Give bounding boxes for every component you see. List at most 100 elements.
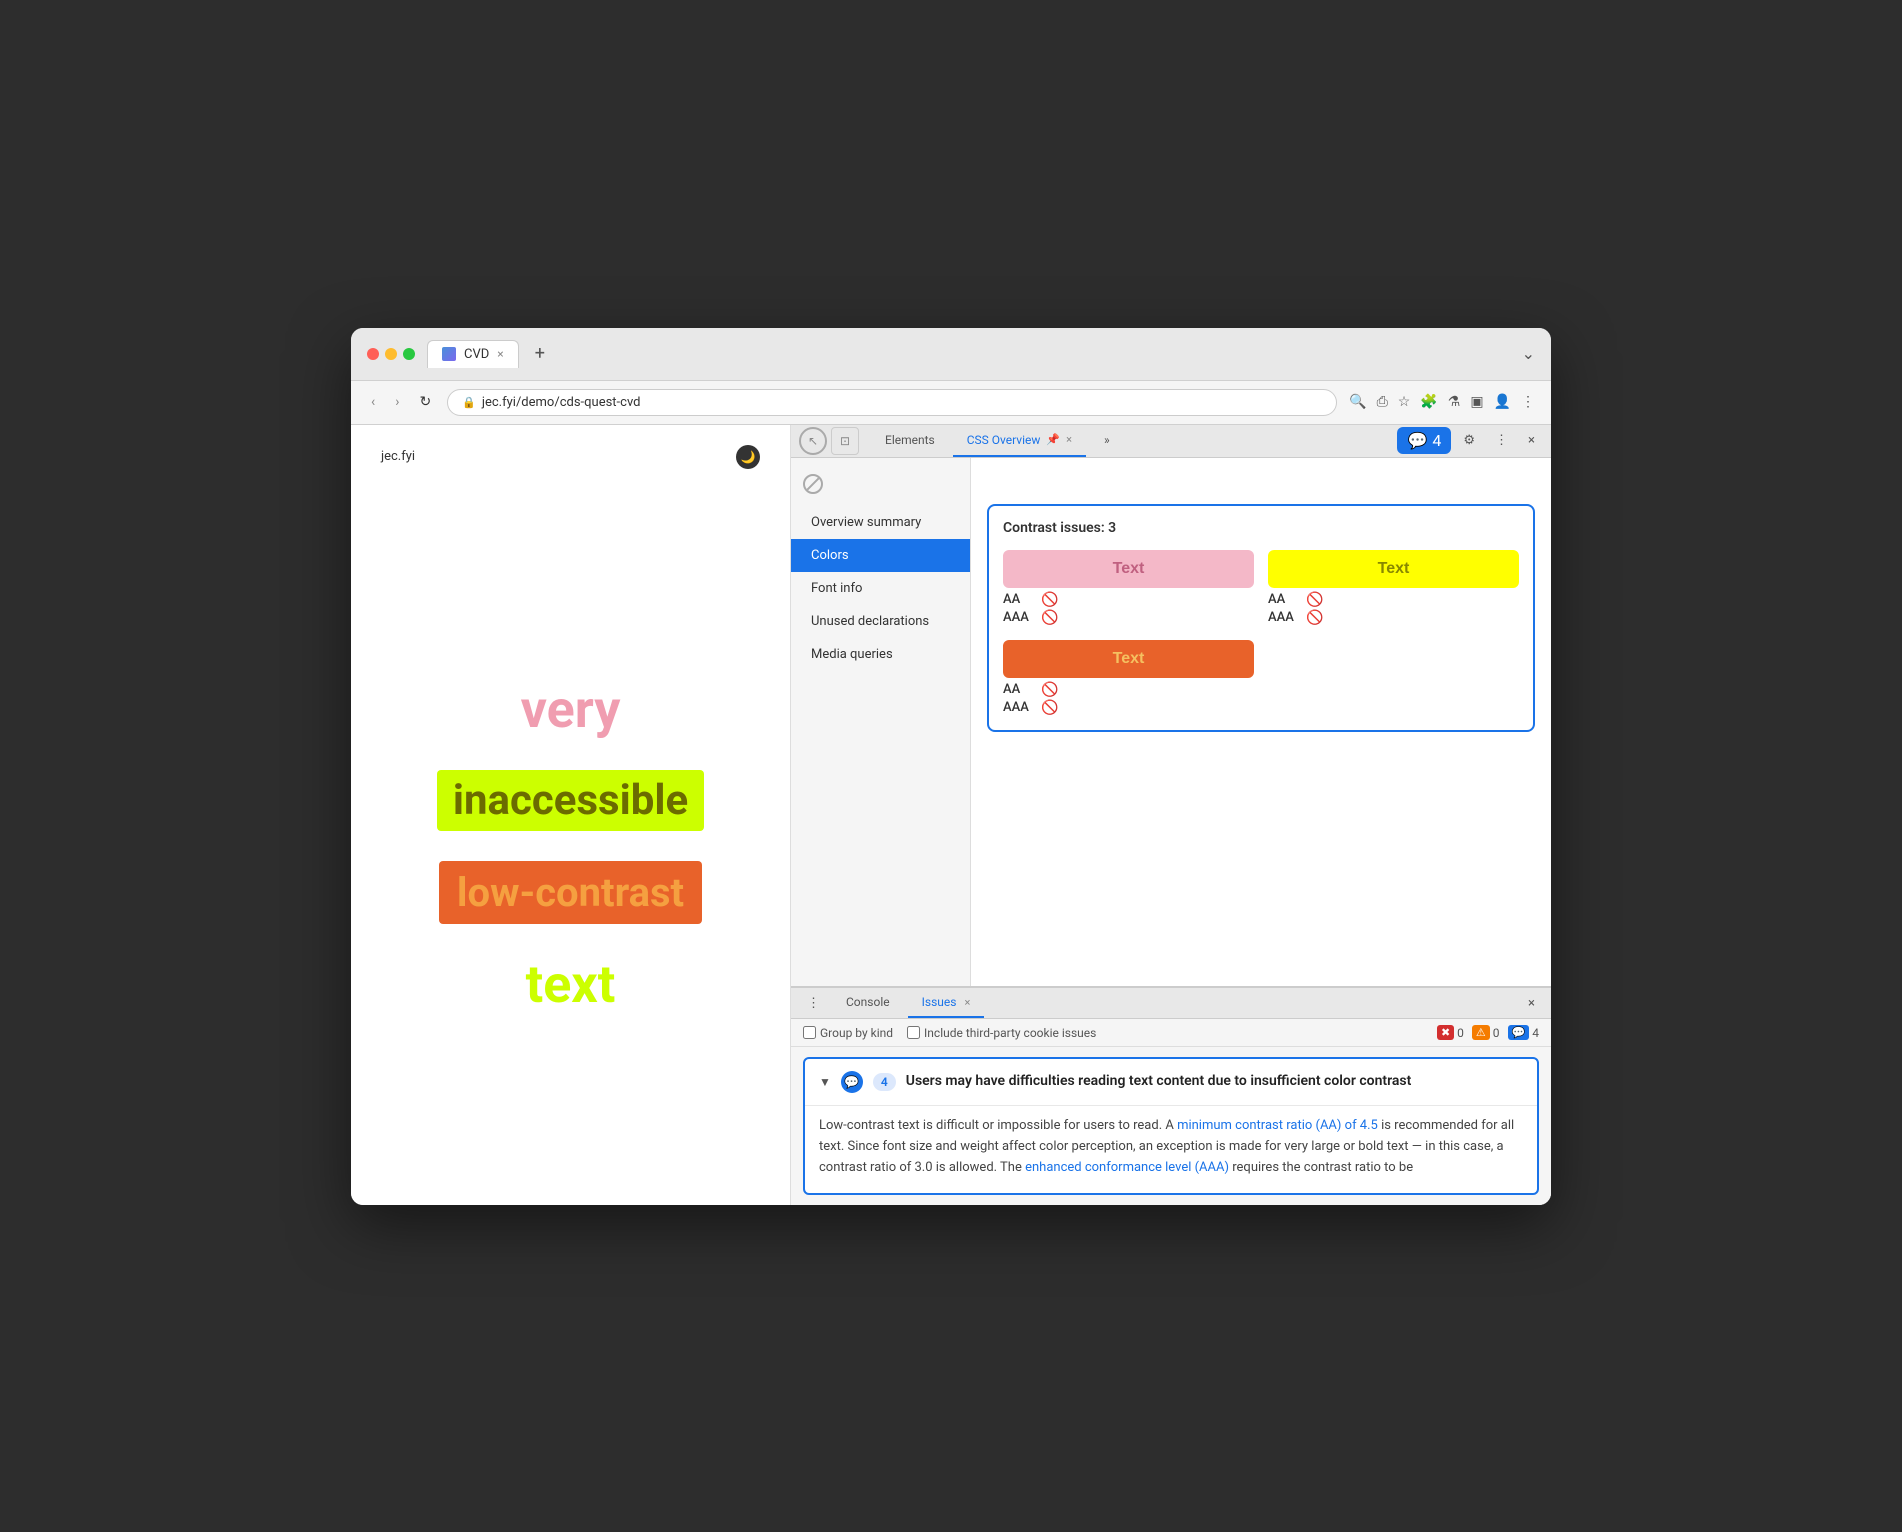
third-party-input[interactable] <box>907 1026 920 1039</box>
rating-row-aa-orange: AA 🚫 <box>1003 682 1254 698</box>
contrast-button-yellow[interactable]: Text <box>1268 550 1519 588</box>
devtools-tabs: ↖ ⊡ Elements CSS Overview 📌 × » 💬 4 <box>791 425 1551 458</box>
rating-aaa-label-o: AAA <box>1003 700 1033 715</box>
rating-row-aa-pink: AA 🚫 <box>1003 592 1254 608</box>
rating-aaa-label: AAA <box>1003 610 1033 625</box>
rating-aaa-icon: 🚫 <box>1041 610 1058 626</box>
forward-button[interactable]: › <box>391 392 403 412</box>
issue-title: Users may have difficulties reading text… <box>906 1072 1412 1092</box>
demo-words: very inaccessible low-contrast text <box>381 509 760 1185</box>
capture-overview-icon[interactable] <box>803 474 823 494</box>
more-menu-icon[interactable]: ⋮ <box>1521 394 1535 410</box>
tab-console[interactable]: Console <box>832 988 904 1018</box>
sidebar-item-media-queries[interactable]: Media queries <box>791 638 970 671</box>
rating-aa-icon-o: 🚫 <box>1041 682 1058 698</box>
bottom-tabs: ⋮ Console Issues × × <box>791 988 1551 1019</box>
issue-header[interactable]: ▼ 💬 4 Users may have difficulties readin… <box>805 1059 1537 1105</box>
word-text: text <box>526 954 616 1015</box>
site-label-bar: jec.fyi 🌙 <box>381 445 760 469</box>
browser-tab-cvd[interactable]: CVD × <box>427 340 519 368</box>
contrast-ratings-pink: AA 🚫 AAA 🚫 <box>1003 592 1254 626</box>
lab-icon[interactable]: ⚗ <box>1448 394 1461 410</box>
error-count-badge: ✖ 0 <box>1437 1025 1464 1040</box>
bookmark-icon[interactable]: ☆ <box>1398 394 1411 410</box>
share-icon[interactable]: ⎙ <box>1377 394 1388 410</box>
devtools-close-icon[interactable]: × <box>1520 429 1543 452</box>
address-text: jec.fyi/demo/cds-quest-cvd <box>482 395 641 410</box>
site-label: jec.fyi <box>381 449 415 464</box>
close-button[interactable] <box>367 348 379 360</box>
maximize-button[interactable] <box>403 348 415 360</box>
link-minimum-contrast[interactable]: minimum contrast ratio (AA) of 4.5 <box>1177 1118 1378 1133</box>
third-party-checkbox[interactable]: Include third-party cookie issues <box>907 1026 1096 1040</box>
word-low-contrast-text: low-contrast <box>457 869 684 916</box>
issue-chevron[interactable]: ▼ <box>819 1075 831 1089</box>
contrast-button-pink[interactable]: Text <box>1003 550 1254 588</box>
more-options-icon[interactable]: ⋮ <box>1487 429 1516 452</box>
minimize-button[interactable] <box>385 348 397 360</box>
issues-tab-close[interactable]: × <box>964 996 970 1009</box>
sidebar-item-unused-declarations[interactable]: Unused declarations <box>791 605 970 638</box>
bottom-more-icon[interactable]: ⋮ <box>799 992 828 1015</box>
tab-menu-button[interactable]: ⌄ <box>1522 344 1535 363</box>
css-overview-close-icon[interactable]: × <box>1066 433 1072 446</box>
address-input[interactable]: 🔒 jec.fyi/demo/cds-quest-cvd <box>447 389 1337 416</box>
sidebar-item-font-info[interactable]: Font info <box>791 572 970 605</box>
profile-icon[interactable]: 👤 <box>1494 394 1511 410</box>
warning-count-badge: ⚠ 0 <box>1472 1025 1500 1040</box>
rating-row-aaa-yellow: AAA 🚫 <box>1268 610 1519 626</box>
contrast-item-orange: Text AA 🚫 AAA 🚫 <box>1003 640 1254 716</box>
info-count-badge: 💬 4 <box>1508 1025 1539 1040</box>
sidebar-item-overview-summary[interactable]: Overview summary <box>791 506 970 539</box>
tab-favicon <box>442 347 456 361</box>
tab-more[interactable]: » <box>1090 425 1124 457</box>
issue-count-badge: 4 <box>873 1073 896 1091</box>
warning-badge-icon: ⚠ <box>1472 1025 1490 1040</box>
devtools-tab-icons: 💬 4 ⚙ ⋮ × <box>1397 427 1543 454</box>
sidebar-icon[interactable]: ▣ <box>1470 394 1483 410</box>
search-icon[interactable]: 🔍 <box>1349 394 1366 410</box>
back-button[interactable]: ‹ <box>367 392 379 412</box>
devtools-panel: ↖ ⊡ Elements CSS Overview 📌 × » 💬 4 <box>791 425 1551 1205</box>
new-tab-button[interactable]: + <box>527 343 553 364</box>
css-overview-content: Overview summary Colors Font info Unused… <box>791 458 1551 987</box>
settings-icon[interactable]: ⚙ <box>1455 429 1483 452</box>
extensions-icon[interactable]: 🧩 <box>1420 394 1437 410</box>
issue-description: Low-contrast text is difficult or imposs… <box>819 1106 1523 1178</box>
tab-close-button[interactable]: × <box>497 347 503 361</box>
issues-badge: 4 <box>1432 431 1441 450</box>
css-main-area: Contrast issues: 3 Text AA 🚫 <box>971 458 1551 987</box>
css-nav: Overview summary Colors Font info Unused… <box>791 458 971 987</box>
word-inaccessible: inaccessible <box>437 770 704 831</box>
third-party-label: Include third-party cookie issues <box>924 1026 1096 1040</box>
word-inaccessible-text: inaccessible <box>453 776 688 825</box>
rating-aa-icon-y: 🚫 <box>1306 592 1323 608</box>
bottom-panel: ⋮ Console Issues × × G <box>791 986 1551 1204</box>
cursor-icon[interactable]: ↖ <box>799 427 827 455</box>
group-by-kind-checkbox[interactable]: Group by kind <box>803 1026 893 1040</box>
tab-css-overview[interactable]: CSS Overview 📌 × <box>953 425 1086 457</box>
contrast-item-yellow: Text AA 🚫 AAA 🚫 <box>1268 550 1519 626</box>
contrast-button-orange[interactable]: Text <box>1003 640 1254 678</box>
contrast-item-pink: Text AA 🚫 AAA 🚫 <box>1003 550 1254 626</box>
word-low-contrast: low-contrast <box>439 861 702 924</box>
tab-issues[interactable]: Issues × <box>908 988 985 1018</box>
sidebar-item-colors[interactable]: Colors <box>791 539 970 572</box>
issues-count-icons: ✖ 0 ⚠ 0 💬 4 <box>1437 1025 1539 1040</box>
issues-tab-button[interactable]: 💬 4 <box>1397 427 1451 454</box>
dark-mode-button[interactable]: 🌙 <box>736 445 760 469</box>
error-count: 0 <box>1457 1026 1464 1040</box>
page-content: jec.fyi 🌙 very inaccessible low-contrast… <box>351 425 791 1205</box>
link-enhanced-conformance[interactable]: enhanced conformance level (AAA) <box>1025 1160 1229 1175</box>
contrast-items: Text AA 🚫 AAA 🚫 <box>1003 550 1519 716</box>
tab-elements[interactable]: Elements <box>871 425 949 457</box>
info-count: 4 <box>1532 1026 1539 1040</box>
rating-row-aaa-pink: AAA 🚫 <box>1003 610 1254 626</box>
refresh-button[interactable]: ↻ <box>415 392 435 412</box>
group-by-kind-input[interactable] <box>803 1026 816 1039</box>
moon-icon: 🌙 <box>741 450 756 464</box>
bottom-close-icon[interactable]: × <box>1520 992 1543 1015</box>
rating-row-aaa-orange: AAA 🚫 <box>1003 700 1254 716</box>
inspector-icon[interactable]: ⊡ <box>831 427 859 455</box>
chat-icon: 💬 <box>1407 431 1427 450</box>
